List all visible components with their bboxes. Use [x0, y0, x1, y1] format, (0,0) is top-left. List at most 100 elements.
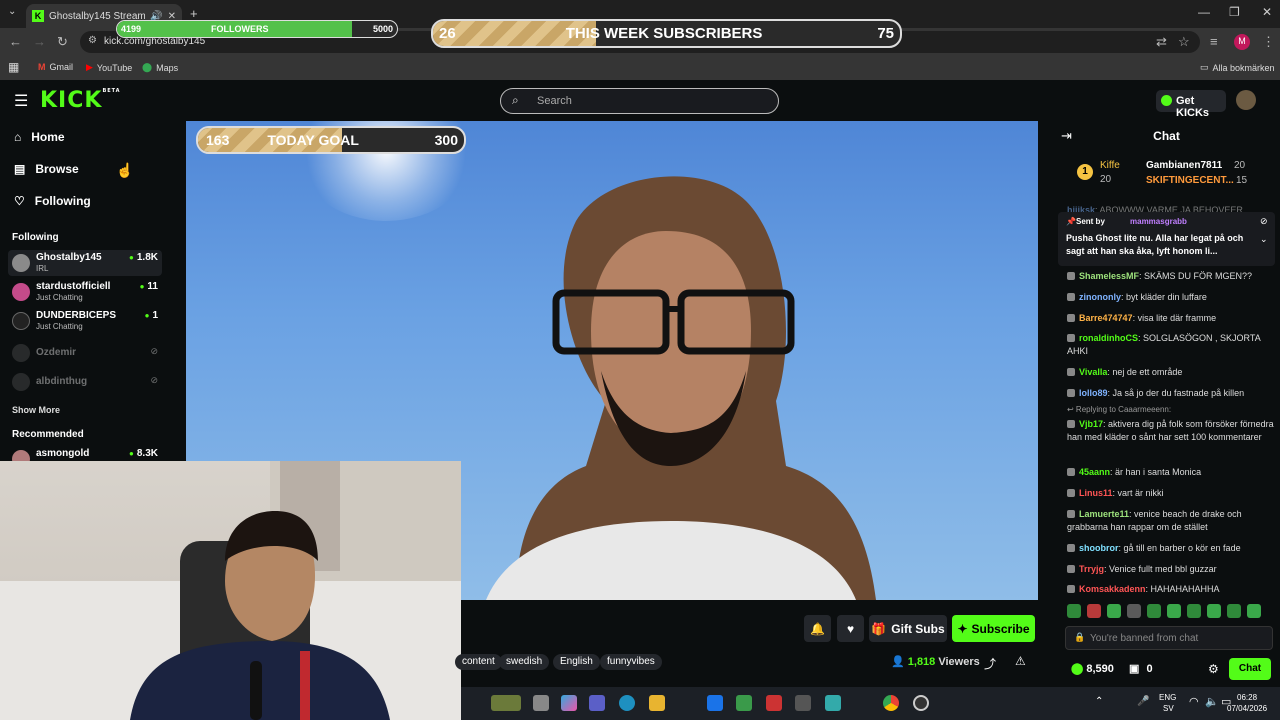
- follow-heart-button[interactable]: ♥: [837, 615, 864, 642]
- window-close-icon[interactable]: ✕: [1262, 5, 1272, 19]
- reload-icon[interactable]: ↻: [57, 34, 68, 50]
- minimize-icon[interactable]: —: [1198, 5, 1210, 19]
- kicks-balance[interactable]: ⬤ 8,590: [1071, 662, 1114, 675]
- wifi-icon[interactable]: ◠: [1189, 695, 1199, 708]
- following-channel[interactable]: stardustofficiell Just Chatting 11: [8, 279, 162, 305]
- teams-icon[interactable]: [589, 695, 605, 711]
- emote-icon[interactable]: [1227, 604, 1241, 618]
- emote-icon[interactable]: [1147, 604, 1161, 618]
- bookmark-star-icon[interactable]: ☆: [1178, 34, 1190, 50]
- widget-icon[interactable]: [491, 695, 521, 711]
- unpin-icon[interactable]: ⊘: [1260, 216, 1268, 227]
- emote-icon[interactable]: [1107, 604, 1121, 618]
- input-language[interactable]: ENG: [1159, 693, 1176, 702]
- search-input[interactable]: ⌕ Search: [500, 88, 779, 114]
- followers-current: 4199: [121, 24, 142, 34]
- chat-username[interactable]: lollo89: [1079, 388, 1108, 398]
- sidebar-item-home[interactable]: ⌂ Home: [14, 130, 65, 144]
- stream-tag[interactable]: English: [553, 654, 600, 670]
- show-more-link[interactable]: Show More: [12, 405, 60, 415]
- emote-icon[interactable]: [1187, 604, 1201, 618]
- copilot-icon[interactable]: [561, 695, 577, 711]
- site-info-icon[interactable]: ⚙: [88, 35, 97, 46]
- tray-chevron-icon[interactable]: ⌃: [1095, 696, 1103, 707]
- emote-icon[interactable]: [1207, 604, 1221, 618]
- chat-username[interactable]: Trryjg: [1079, 564, 1104, 574]
- new-tab-button[interactable]: +: [190, 6, 198, 21]
- hamburger-menu-icon[interactable]: ☰: [14, 91, 28, 111]
- sent-by-user[interactable]: mammasgrabb: [1130, 217, 1187, 226]
- chat-settings-icon[interactable]: ⚙: [1208, 662, 1219, 676]
- office-icon[interactable]: [766, 695, 782, 711]
- stream-tag[interactable]: funnyvibes: [600, 654, 662, 670]
- forward-icon[interactable]: →: [33, 34, 46, 49]
- chat-username[interactable]: Linus11: [1079, 488, 1113, 498]
- expand-chevron-icon[interactable]: ⌄: [1260, 234, 1268, 245]
- gift-count[interactable]: ▣ 0: [1129, 662, 1153, 675]
- mail-icon[interactable]: [707, 695, 723, 711]
- subscribe-button[interactable]: ✦ Subscribe: [952, 615, 1035, 642]
- chat-username[interactable]: ShamelessMF: [1079, 271, 1139, 281]
- browser-menu-icon[interactable]: ⋮: [1262, 34, 1275, 50]
- restore-icon[interactable]: ❐: [1229, 5, 1240, 19]
- clock-date[interactable]: 07/04/2026: [1227, 704, 1267, 713]
- mic-icon[interactable]: 🎤: [1137, 696, 1149, 707]
- stream-tag[interactable]: content: [455, 654, 502, 670]
- following-channel[interactable]: Ghostalby145 IRL 1.8K: [8, 250, 162, 276]
- stream-tag[interactable]: swedish: [499, 654, 550, 670]
- translate-icon[interactable]: ⇄: [1156, 34, 1167, 50]
- share-icon[interactable]: ⤴: [984, 655, 996, 672]
- chat-username[interactable]: 45aann: [1079, 467, 1110, 477]
- chat-text: : SKÄMS DU FÖR MGEN??: [1139, 271, 1253, 281]
- chat-username[interactable]: shoobror: [1079, 543, 1119, 553]
- emote-icon[interactable]: [1167, 604, 1181, 618]
- today-goal-bar: 163 TODAY GOAL 300: [196, 126, 466, 154]
- volume-icon[interactable]: 🔈: [1205, 695, 1219, 708]
- user-avatar[interactable]: [1236, 90, 1256, 110]
- bookmark-youtube[interactable]: ▶ YouTube: [86, 62, 132, 73]
- chat-username[interactable]: zinononly: [1079, 292, 1121, 302]
- all-bookmarks[interactable]: ▭ Alla bokmärken: [1200, 62, 1275, 73]
- notification-bell-button[interactable]: 🔔: [804, 615, 831, 642]
- obs-icon[interactable]: [913, 695, 929, 711]
- report-icon[interactable]: ⚠: [1015, 654, 1026, 668]
- folder-icon: ▭: [1200, 62, 1209, 72]
- sidebar-item-browse[interactable]: ▤ Browse: [14, 162, 79, 176]
- emote-icon[interactable]: [1067, 604, 1081, 618]
- task-view-icon[interactable]: [533, 695, 549, 711]
- file-explorer-icon[interactable]: [649, 695, 665, 711]
- following-channel[interactable]: DUNDERBICEPS Just Chatting 1: [8, 308, 162, 334]
- chat-username[interactable]: ronaldinhoCS: [1079, 333, 1138, 343]
- kick-logo[interactable]: KICKBETA: [40, 88, 121, 113]
- chat-username[interactable]: Vjb17: [1079, 419, 1103, 429]
- extensions-icon[interactable]: ≡: [1210, 34, 1218, 49]
- bookmark-gmail[interactable]: M Gmail: [38, 62, 73, 72]
- following-channel-offline[interactable]: Ozdemir ⊘: [8, 340, 162, 366]
- apps-grid-icon[interactable]: ▦: [8, 60, 19, 74]
- emote-icon[interactable]: [1247, 604, 1261, 618]
- chat-username[interactable]: Lamuerte11: [1079, 509, 1129, 519]
- beta-badge: BETA: [102, 88, 121, 94]
- send-chat-button[interactable]: Chat: [1229, 658, 1271, 680]
- chat-username[interactable]: Barre474747: [1079, 313, 1133, 323]
- bookmark-maps[interactable]: ⬤ Maps: [142, 62, 178, 73]
- clock-time[interactable]: 06:28: [1237, 693, 1257, 702]
- emote-icon[interactable]: [1127, 604, 1141, 618]
- edge-icon[interactable]: [619, 695, 635, 711]
- profile-avatar[interactable]: M: [1234, 34, 1250, 50]
- chat-input[interactable]: 🔒 You're banned from chat: [1065, 626, 1273, 650]
- input-region[interactable]: SV: [1163, 704, 1174, 713]
- chat-username[interactable]: Vivalla: [1079, 367, 1107, 377]
- snipping-icon[interactable]: [825, 695, 841, 711]
- chrome-icon[interactable]: [883, 695, 899, 711]
- emote-icon[interactable]: [1087, 604, 1101, 618]
- get-kicks-button[interactable]: Get KICKs: [1156, 90, 1226, 119]
- shield-icon[interactable]: [736, 695, 752, 711]
- gift-subs-button[interactable]: 🎁 Gift Subs: [869, 615, 947, 642]
- tab-menu-icon[interactable]: ⌄: [8, 6, 16, 17]
- chat-username[interactable]: Komsakkadenn: [1079, 584, 1146, 594]
- back-icon[interactable]: ←: [9, 34, 22, 49]
- app-icon[interactable]: [795, 695, 811, 711]
- sidebar-item-following[interactable]: ♡ Following: [14, 194, 91, 208]
- following-channel-offline[interactable]: albdinthug ⊘: [8, 369, 162, 395]
